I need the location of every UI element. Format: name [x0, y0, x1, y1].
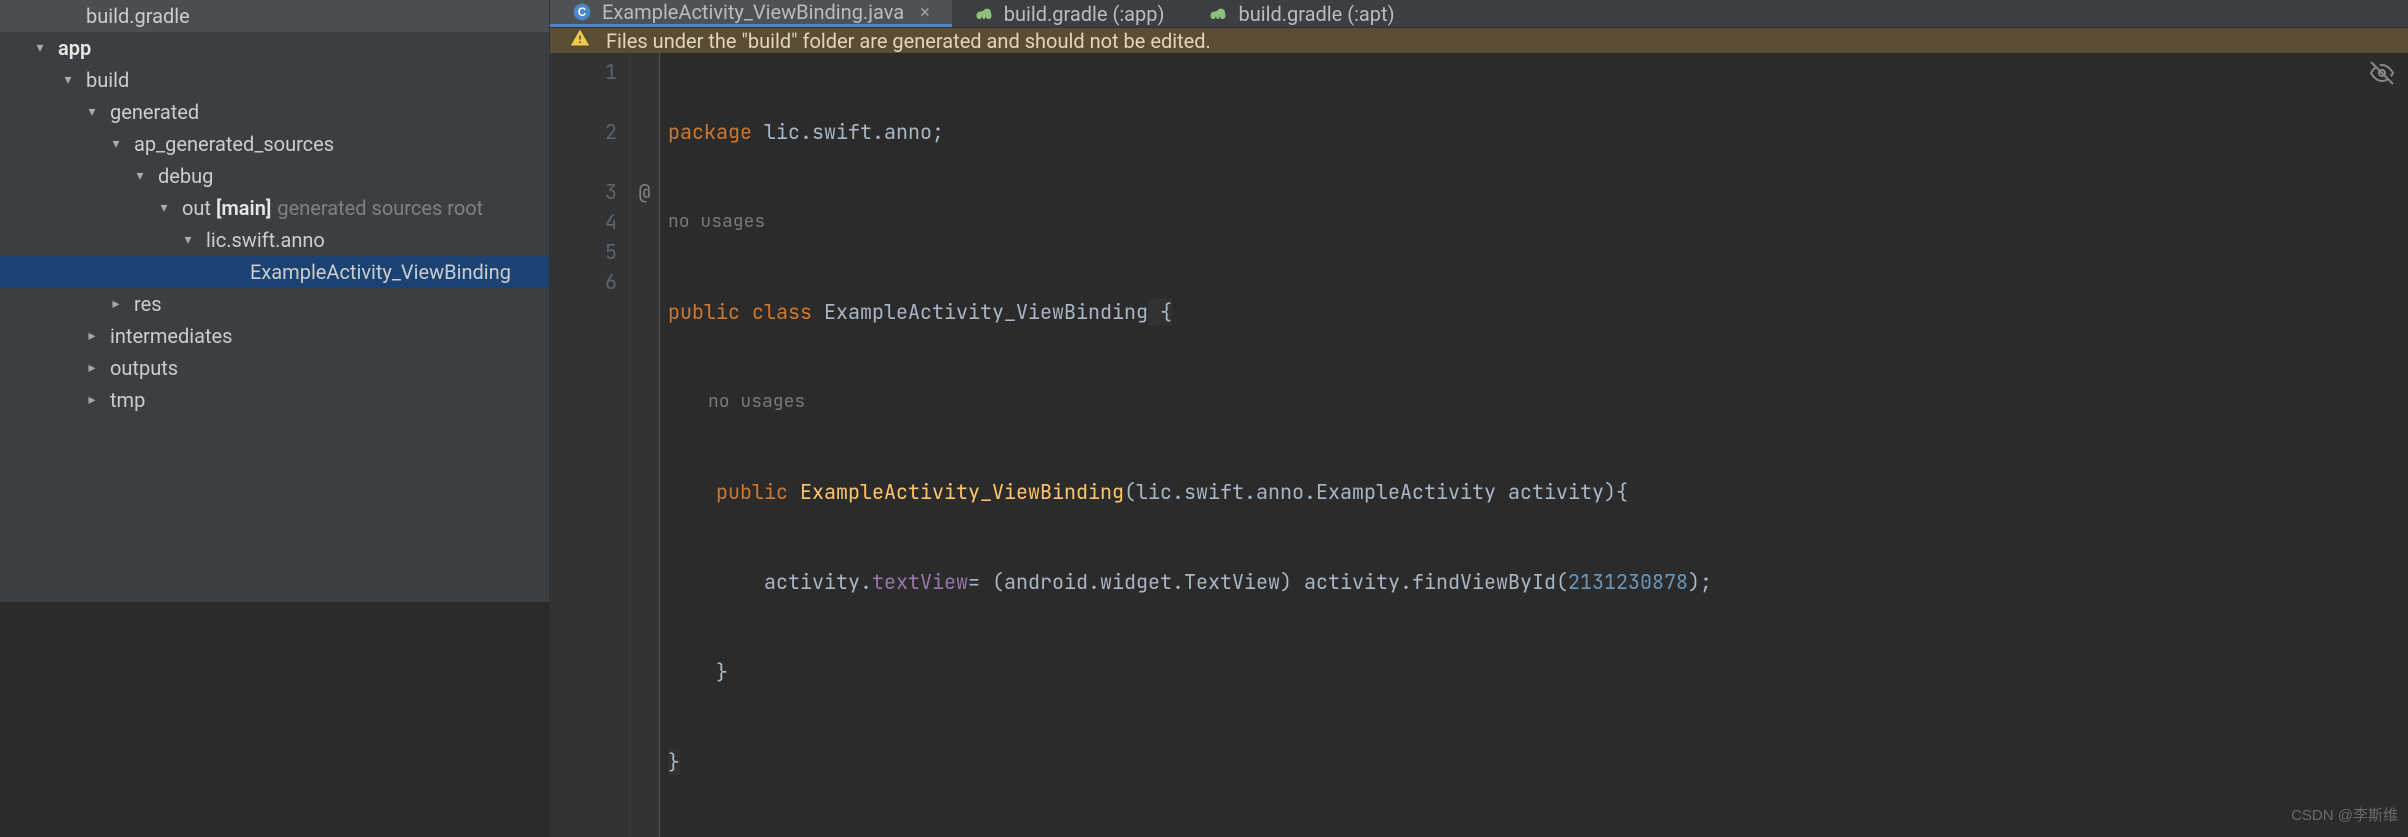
tree-label: tmp — [110, 388, 145, 412]
editor-tabs: C ExampleActivity_ViewBinding.java × build.… — [550, 0, 2408, 28]
usage-hint: no usages — [668, 207, 2408, 237]
tab-exampleactivity-viewbinding-java[interactable]: C ExampleActivity_ViewBinding.java × — [550, 0, 952, 27]
tab-label: build.gradle (:app) — [1004, 2, 1165, 26]
tree-label: res — [134, 292, 162, 316]
chevron-icon[interactable] — [178, 232, 198, 248]
chevron-icon[interactable] — [106, 136, 126, 152]
gutter-mark — [630, 237, 659, 267]
tree-item-intermediates[interactable]: intermediates — [0, 320, 549, 352]
gradle-icon — [1208, 4, 1228, 24]
tree-label: ExampleActivity_ViewBinding — [250, 260, 511, 284]
tree-item-tmp[interactable]: tmp — [0, 384, 549, 416]
tree-item-ap-generated-sources[interactable]: ap_generated_sources — [0, 128, 549, 160]
watermark: CSDN @李斯维 — [2291, 801, 2398, 831]
svg-text:C: C — [578, 6, 587, 19]
tree-label: generated — [110, 100, 199, 124]
line-number: 3 — [550, 177, 617, 207]
gutter-mark — [630, 117, 659, 147]
tree-item-res[interactable]: res — [0, 288, 549, 320]
gutter-icons: @ — [630, 53, 660, 837]
gutter-mark — [630, 207, 659, 237]
chevron-icon[interactable] — [154, 200, 174, 216]
warning-icon — [570, 28, 590, 53]
line-number — [550, 147, 617, 177]
line-number: 6 — [550, 267, 617, 297]
line-number — [550, 87, 617, 117]
project-tree: build.gradle app build generated ap_generate… — [0, 0, 550, 602]
chevron-icon[interactable] — [82, 360, 102, 376]
tree-item-debug[interactable]: debug — [0, 160, 549, 192]
gutter-mark — [630, 267, 659, 297]
toggle-visibility-icon[interactable] — [2370, 61, 2394, 93]
gutter-mark — [630, 57, 659, 87]
code-content[interactable]: package lic.swift.anno; no usages public… — [660, 53, 2408, 837]
line-gutter: 1 2 3456 — [550, 53, 630, 837]
chevron-icon[interactable] — [130, 168, 150, 184]
gutter-mark — [630, 147, 659, 177]
chevron-icon[interactable] — [30, 40, 50, 56]
tree-label: app — [58, 36, 91, 60]
gutter-mark: @ — [630, 177, 659, 207]
tree-item-build-gradle[interactable]: build.gradle — [0, 0, 549, 32]
tree-item-generated[interactable]: generated — [0, 96, 549, 128]
tree-label: outputs — [110, 356, 178, 380]
usage-hint: no usages — [668, 387, 2408, 417]
tree-label: build — [86, 68, 129, 92]
warning-banner: Files under the "build" folder are gener… — [550, 28, 2408, 53]
tab-build-gradle-app-[interactable]: build.gradle (:app) — [952, 0, 1187, 27]
chevron-icon[interactable] — [58, 72, 78, 88]
tree-label: intermediates — [110, 324, 232, 348]
tree-label: lic.swift.anno — [206, 228, 325, 252]
chevron-icon[interactable] — [82, 328, 102, 344]
tree-item-outputs[interactable]: outputs — [0, 352, 549, 384]
tree-label: out [main]generated sources root — [182, 196, 483, 220]
code-editor[interactable]: 1 2 3456 @ package lic.swift.anno; no usag… — [550, 53, 2408, 837]
tab-label: ExampleActivity_ViewBinding.java — [602, 0, 904, 24]
tree-item-build[interactable]: build — [0, 64, 549, 96]
close-icon[interactable]: × — [920, 2, 930, 23]
tree-label: debug — [158, 164, 213, 188]
tree-item-out[interactable]: out [main]generated sources root — [0, 192, 549, 224]
line-number: 4 — [550, 207, 617, 237]
chevron-icon[interactable] — [82, 104, 102, 120]
tree-item-lic-swift-anno[interactable]: lic.swift.anno — [0, 224, 549, 256]
tree-label: build.gradle — [86, 4, 190, 28]
tree-item-app[interactable]: app — [0, 32, 549, 64]
tab-build-gradle-apt-[interactable]: build.gradle (:apt) — [1186, 0, 1416, 27]
chevron-icon[interactable] — [106, 296, 126, 312]
tree-label: ap_generated_sources — [134, 132, 334, 156]
gradle-icon — [974, 4, 994, 24]
gutter-mark — [630, 87, 659, 117]
line-number: 2 — [550, 117, 617, 147]
tab-label: build.gradle (:apt) — [1238, 2, 1394, 26]
tree-item-exampleactivity-viewbinding[interactable]: CExampleActivity_ViewBinding — [0, 256, 549, 288]
banner-text: Files under the "build" folder are gener… — [606, 29, 1211, 53]
editor-area: C ExampleActivity_ViewBinding.java × build.… — [550, 0, 2408, 602]
class-icon: C — [572, 2, 592, 22]
line-number: 1 — [550, 57, 617, 87]
chevron-icon[interactable] — [82, 392, 102, 408]
line-number: 5 — [550, 237, 617, 267]
